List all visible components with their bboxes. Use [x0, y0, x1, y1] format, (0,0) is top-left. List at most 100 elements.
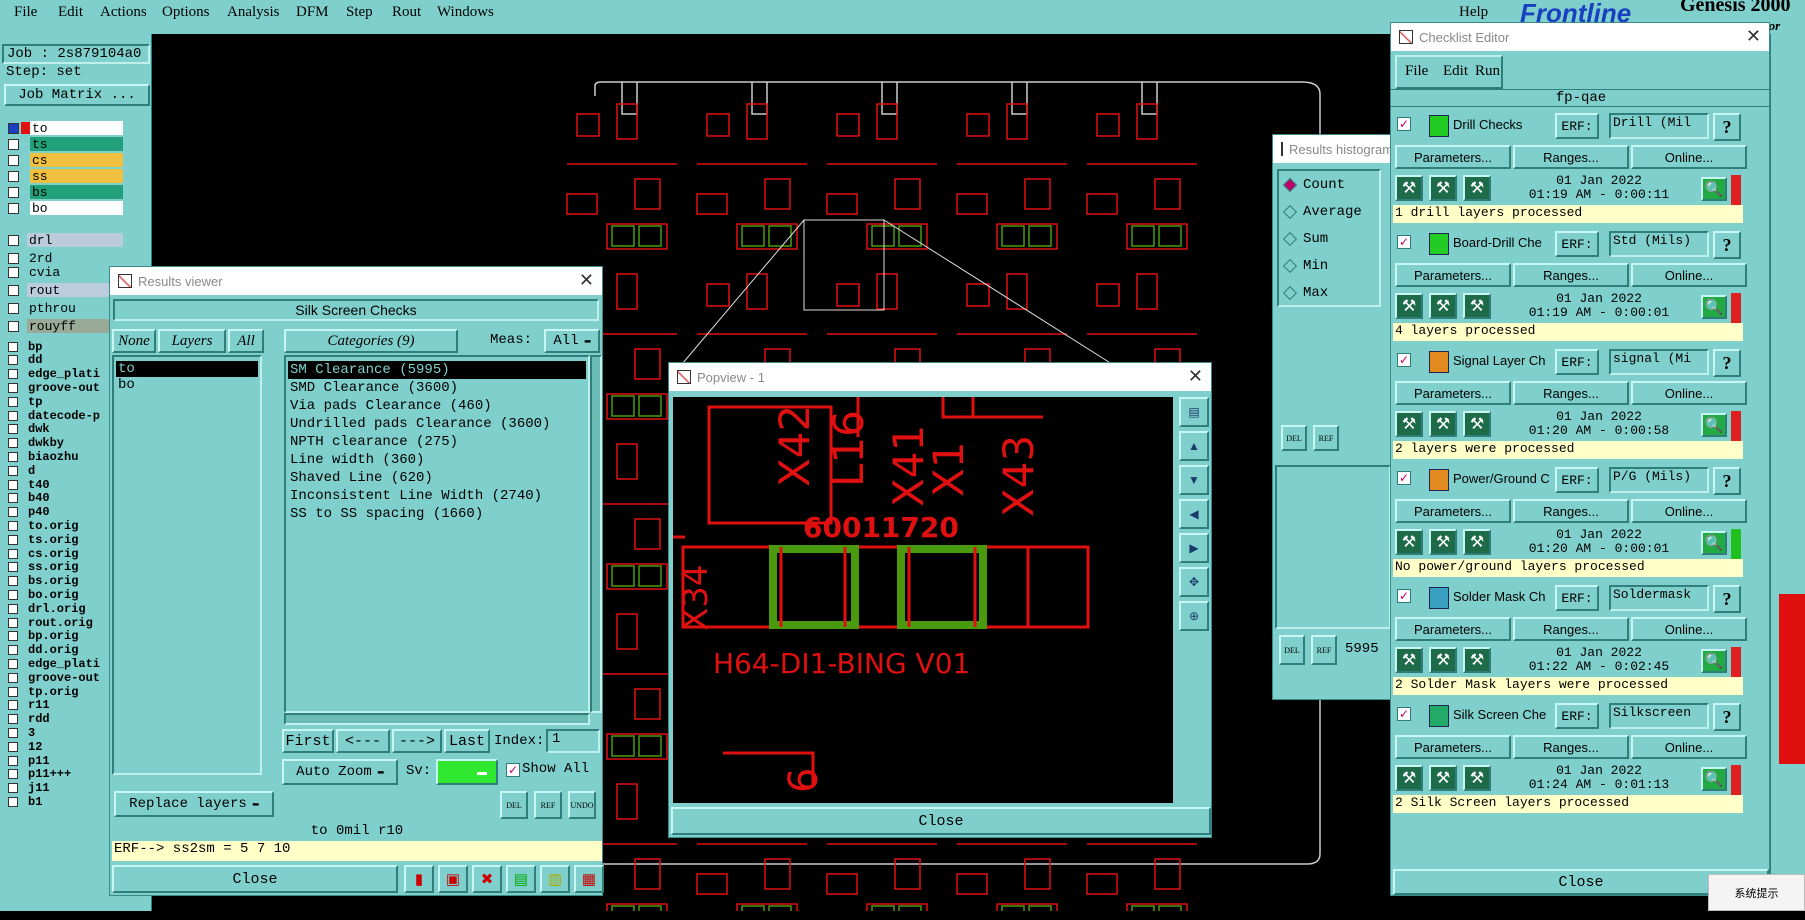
close-icon[interactable]: ✕ [579, 270, 594, 291]
all-button[interactable]: All [228, 329, 264, 353]
run-step-icon[interactable]: ⚒ [1429, 175, 1457, 201]
layout-icon[interactable]: ▤ [1179, 397, 1209, 427]
check-enabled-checkbox[interactable]: ✓ [1397, 589, 1411, 603]
auto-zoom-select[interactable]: Auto Zoom ▬ [282, 759, 398, 785]
meas-select[interactable]: All ▬ [544, 329, 600, 353]
online-button[interactable]: Online... [1631, 735, 1747, 759]
layer-checkbox[interactable] [8, 410, 18, 421]
layer-checkbox[interactable] [8, 465, 18, 476]
run-icon[interactable]: ⚒ [1395, 529, 1423, 555]
layer-checkbox[interactable] [8, 603, 18, 614]
close-icon[interactable]: ✕ [1746, 26, 1761, 47]
erf-value[interactable]: Std (Mils) [1609, 231, 1709, 257]
list-item[interactable]: Inconsistent Line Width (2740) [288, 487, 586, 505]
zoom-icon[interactable]: 🔍 [1701, 767, 1727, 791]
checklist-menu-edit[interactable]: Edit [1443, 63, 1468, 80]
erf-value[interactable]: Silkscreen [1609, 703, 1709, 729]
ranges-button[interactable]: Ranges... [1513, 499, 1629, 523]
menu-actions[interactable]: Actions [100, 4, 147, 21]
layer-row[interactable]: rouyff [8, 318, 123, 334]
layer-checkbox[interactable] [8, 507, 18, 518]
layer-row[interactable]: p11 [8, 754, 123, 767]
menu-dfm[interactable]: DFM [296, 4, 329, 21]
layer-row[interactable]: cs.orig [8, 547, 123, 560]
layer-row[interactable]: dd.orig [8, 644, 123, 657]
layer-checkbox[interactable] [8, 631, 18, 642]
parameters-button[interactable]: Parameters... [1395, 381, 1511, 405]
menu-edit[interactable]: Edit [58, 4, 83, 21]
parameters-button[interactable]: Parameters... [1395, 263, 1511, 287]
check-name[interactable]: Board-Drill Che [1453, 235, 1549, 250]
close-button[interactable]: Close [112, 865, 398, 893]
run-step-icon[interactable]: ⚒ [1429, 293, 1457, 319]
layer-row[interactable]: b40 [8, 492, 123, 505]
check-name[interactable]: Power/Ground C [1453, 471, 1549, 486]
histogram-option[interactable]: Count [1282, 177, 1345, 193]
last-button[interactable]: Last [444, 729, 490, 753]
layer-checkbox[interactable] [8, 451, 18, 462]
layer-checkbox[interactable] [8, 284, 19, 296]
prev-button[interactable]: <--- [336, 729, 390, 753]
bookmark-icon[interactable]: ▮ [404, 865, 434, 893]
notes-icon[interactable]: ▥ [540, 865, 570, 893]
erf-value[interactable]: P/G (Mils) [1609, 467, 1709, 493]
categories-hscrollbar[interactable] [284, 713, 590, 725]
parameters-button[interactable]: Parameters... [1395, 735, 1511, 759]
layer-row[interactable]: rdd [8, 713, 123, 726]
check-enabled-checkbox[interactable]: ✓ [1397, 707, 1411, 721]
del-button[interactable]: DEL [500, 791, 528, 819]
menu-windows[interactable]: Windows [437, 4, 494, 21]
list-item[interactable]: Via pads Clearance (460) [288, 397, 586, 415]
layer-checkbox[interactable] [8, 658, 18, 669]
layer-checkbox[interactable] [8, 493, 18, 504]
replace-layers-select[interactable]: Replace layers ▬ [114, 791, 274, 817]
run-icon[interactable]: ⚒ [1395, 411, 1423, 437]
layer-checkbox[interactable] [8, 252, 19, 264]
layer-checkbox[interactable] [8, 479, 18, 490]
layer-row[interactable]: ts.orig [8, 533, 123, 546]
layer-row[interactable]: cs [8, 152, 123, 168]
layer-checkbox[interactable] [8, 369, 18, 380]
layer-checkbox[interactable] [8, 320, 19, 332]
layer-row[interactable]: dwk [8, 423, 123, 436]
next-button[interactable]: ---> [392, 729, 442, 753]
layer-row[interactable]: groove-out [8, 381, 123, 394]
histogram-option[interactable]: Sum [1282, 231, 1328, 247]
erf-value[interactable]: Drill (Mil [1609, 113, 1709, 139]
erf-value[interactable]: Soldermask [1609, 585, 1709, 611]
popview-close-button[interactable]: Close [671, 807, 1211, 835]
layer-row[interactable]: datecode-p [8, 409, 123, 422]
menu-rout[interactable]: Rout [392, 4, 421, 21]
ranges-button[interactable]: Ranges... [1513, 145, 1629, 169]
layer-row[interactable]: drl.orig [8, 602, 123, 615]
undo-button[interactable]: UNDO [568, 791, 596, 819]
layer-checkbox[interactable] [8, 396, 18, 407]
histogram-option[interactable]: Average [1282, 204, 1362, 220]
layer-row[interactable]: ts [8, 136, 123, 152]
pan-up-icon[interactable]: ▲ [1179, 431, 1209, 461]
none-button[interactable]: None [112, 329, 156, 353]
ref-button[interactable]: REF [534, 791, 562, 819]
run-step-icon[interactable]: ⚒ [1429, 411, 1457, 437]
categories-tab[interactable]: Categories (9) [284, 329, 458, 353]
histogram-option[interactable]: Max [1282, 285, 1328, 301]
layer-checkbox[interactable] [8, 741, 18, 752]
check-name[interactable]: Silk Screen Che [1453, 707, 1549, 722]
help-button[interactable]: ? [1713, 585, 1741, 613]
layer-checkbox[interactable] [8, 302, 19, 314]
list-item[interactable]: NPTH clearance (275) [288, 433, 586, 451]
layer-row[interactable]: edge_plati [8, 368, 123, 381]
layer-checkbox[interactable] [8, 266, 19, 278]
zoom-icon[interactable]: 🔍 [1701, 531, 1727, 555]
index-input[interactable]: 1 [546, 729, 600, 753]
run-icon[interactable]: ⚒ [1395, 765, 1423, 791]
layer-checkbox[interactable] [8, 138, 19, 150]
online-button[interactable]: Online... [1631, 381, 1747, 405]
menu-help[interactable]: Help [1459, 4, 1488, 21]
check-name[interactable]: Signal Layer Ch [1453, 353, 1549, 368]
layer-row[interactable]: p40 [8, 506, 123, 519]
stop-icon[interactable]: ⚒ [1463, 765, 1491, 791]
layer-row[interactable]: bo [8, 200, 123, 216]
report-icon[interactable]: ▤ [506, 865, 536, 893]
run-icon[interactable]: ⚒ [1395, 293, 1423, 319]
